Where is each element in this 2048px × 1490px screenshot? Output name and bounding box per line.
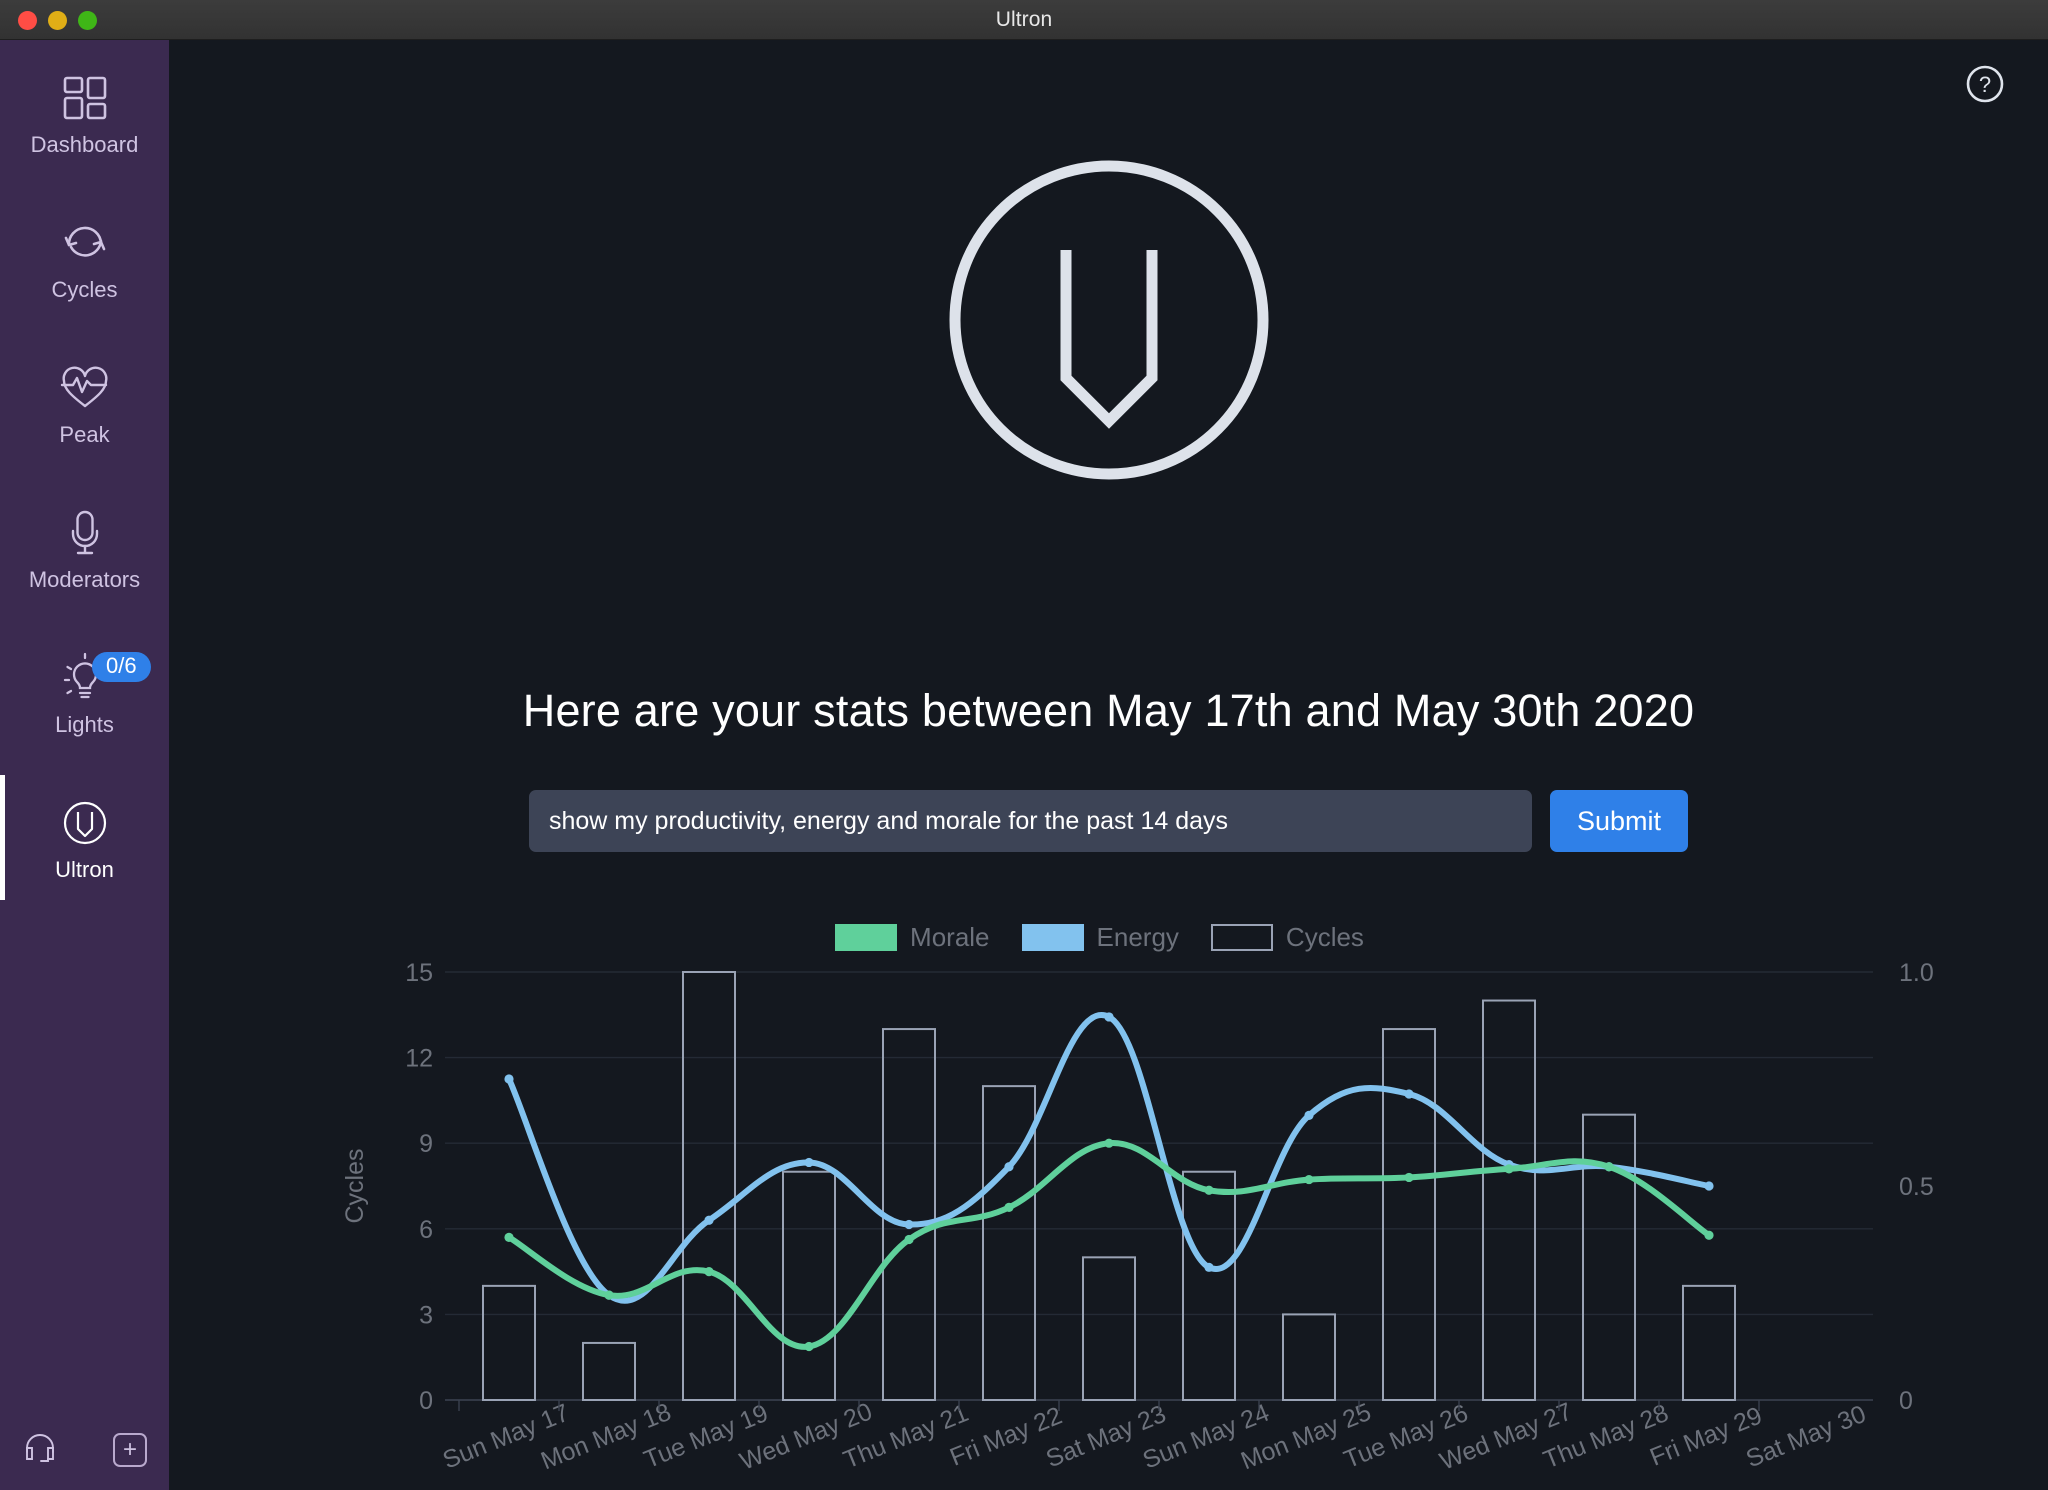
chart-data-point [804, 1341, 814, 1352]
chart-data-point [1504, 1164, 1514, 1174]
chart-data-point [1704, 1230, 1714, 1240]
sidebar-item-label: Lights [55, 711, 114, 737]
chart-data-point [904, 1219, 914, 1230]
chart-data-point [1104, 1138, 1114, 1148]
y-axis-right-tick-label: 0.5 [1899, 1173, 1934, 1201]
y-axis-tick-label: 15 [405, 959, 433, 987]
svg-text:?: ? [1979, 72, 1991, 97]
chart-bar [582, 1341, 636, 1401]
chart-bar [682, 971, 736, 1401]
chart-data-point [1304, 1110, 1314, 1120]
chart-bar [1582, 1113, 1636, 1402]
chart-data-point [904, 1234, 914, 1245]
sidebar-item-label: Peak [59, 421, 110, 447]
question-mark-circle-icon: ? [1966, 65, 2004, 103]
chart-data-point [504, 1232, 514, 1242]
chart-plot: 0369121500.51.0CyclesSun May 17Mon May 1… [341, 959, 1934, 1476]
x-axis-tick-label: Sat May 30 [1742, 1400, 1870, 1473]
y-axis-right-tick-label: 1.0 [1899, 959, 1934, 987]
heartbeat-icon [57, 360, 113, 416]
headphones-icon[interactable] [22, 1433, 58, 1468]
minimize-button[interactable] [48, 10, 67, 30]
chart-data-point [1104, 1012, 1114, 1022]
chart-bar [482, 1284, 536, 1401]
window-title: Ultron [995, 7, 1053, 31]
ultron-logo-icon [949, 160, 1268, 480]
chart-bar [1282, 1313, 1336, 1401]
chart-data-point [704, 1215, 714, 1225]
dashboard-icon [57, 70, 113, 126]
sidebar-item-cycles[interactable]: Cycles [0, 185, 169, 330]
main-content: ? Here are your stats between May 17th a… [169, 40, 2048, 1490]
ultron-logo [944, 155, 1274, 485]
chart-data-point [1404, 1089, 1414, 1099]
chart-data-point [604, 1290, 614, 1300]
query-input[interactable] [528, 790, 1532, 852]
stats-chart: Morale Energy Cycles 0 3 6 9 12 15 0 0.5 1.0 Cycl… [169, 900, 2048, 1490]
sidebar-item-dashboard[interactable]: Dashboard [0, 40, 169, 185]
chart-data-point [504, 1074, 514, 1084]
chart-data-point [1604, 1162, 1614, 1172]
chart-line-morale [506, 1140, 1712, 1350]
sidebar-item-lights[interactable]: 0/6 Lights [0, 620, 169, 765]
page-title: Here are your stats between May 17th and… [522, 685, 1695, 736]
y-axis-tick-label: 9 [419, 1130, 433, 1158]
sidebar: Dashboard Cycles Peak Moderators 0/6 Lig… [0, 40, 169, 1490]
submit-button[interactable]: Submit [1549, 790, 1689, 852]
refresh-icon [57, 215, 113, 271]
y-axis-tick-label: 6 [419, 1216, 433, 1244]
sidebar-item-label: Moderators [28, 566, 141, 592]
chart-data-point [804, 1157, 814, 1168]
y-axis-right-tick-label: 0 [1899, 1387, 1913, 1415]
chart-bar [1082, 1256, 1136, 1402]
chart-bar [1182, 1170, 1236, 1401]
add-button-label: + [122, 1436, 137, 1463]
chart-data-point [1704, 1181, 1714, 1191]
chart-data-point [1004, 1202, 1014, 1212]
sidebar-item-label: Dashboard [30, 131, 139, 157]
chart-bar [1382, 1028, 1436, 1401]
close-button[interactable] [18, 10, 37, 30]
sidebar-item-label: Cycles [51, 276, 118, 302]
sidebar-item-peak[interactable]: Peak [0, 330, 169, 475]
y-axis-tick-label: 3 [419, 1301, 433, 1329]
window-titlebar: Ultron [0, 0, 2048, 40]
help-button[interactable]: ? [1963, 62, 2007, 106]
add-button[interactable]: + [113, 1433, 147, 1467]
chart-data-point [704, 1267, 714, 1277]
zoom-button[interactable] [78, 10, 97, 30]
y-axis-title: Cycles [341, 1148, 369, 1223]
sidebar-item-moderators[interactable]: Moderators [0, 475, 169, 620]
chart-bar [1682, 1284, 1736, 1401]
microphone-icon [57, 505, 113, 561]
y-axis-tick-label: 12 [405, 1045, 433, 1073]
chart-data-point [1404, 1172, 1414, 1183]
sidebar-item-ultron[interactable]: Ultron [0, 765, 169, 910]
window-controls [18, 0, 97, 40]
chart-bar [882, 1028, 936, 1401]
chart-bar [782, 1170, 836, 1401]
chart-bar [982, 1085, 1036, 1401]
chart-data-point [1004, 1162, 1014, 1172]
sidebar-bottom-bar: + [0, 1420, 169, 1490]
y-axis-tick-label: 0 [419, 1387, 433, 1415]
chart-data-point [1304, 1174, 1314, 1185]
chart-data-point [1204, 1262, 1214, 1272]
ultron-logo-icon [57, 795, 113, 851]
query-row: Submit [169, 790, 2048, 852]
chart-bar [1482, 999, 1536, 1402]
lights-badge: 0/6 [92, 652, 151, 683]
chart-data-point [1204, 1185, 1214, 1195]
sidebar-item-label: Ultron [55, 856, 114, 882]
